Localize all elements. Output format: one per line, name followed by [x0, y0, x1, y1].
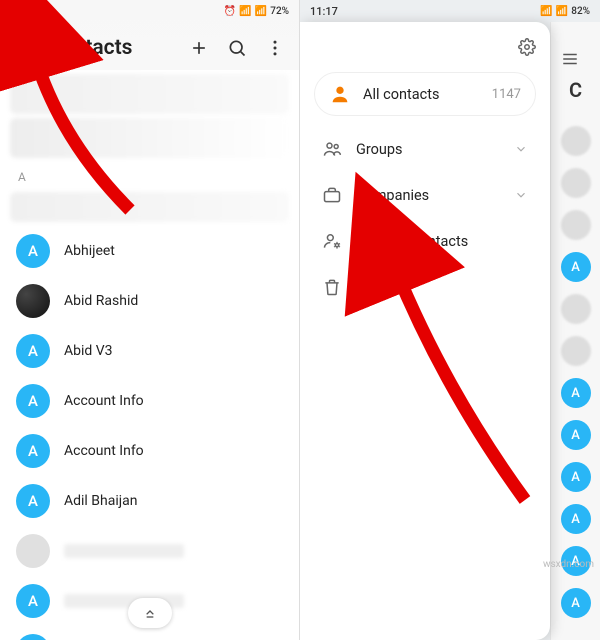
- search-icon[interactable]: [227, 38, 247, 58]
- avatar-photo: [16, 284, 50, 318]
- avatar: [561, 168, 591, 198]
- contact-name: Abid Rashid: [64, 293, 138, 309]
- trash-label: Trash: [356, 279, 392, 296]
- blurred-row: [10, 74, 289, 114]
- hamburger-menu-icon: [561, 50, 579, 68]
- contact-name: Account Info: [64, 443, 144, 459]
- avatar: A: [561, 378, 591, 408]
- contact-row[interactable]: A Account Info: [0, 376, 299, 426]
- avatar: [561, 210, 591, 240]
- more-icon[interactable]: [265, 38, 285, 58]
- contact-row[interactable]: A Account Info: [0, 426, 299, 476]
- avatar: A: [16, 484, 50, 518]
- settings-icon[interactable]: [518, 38, 536, 56]
- contact-row[interactable]: Abid Rashid: [0, 276, 299, 326]
- chevron-up-icon: [142, 605, 158, 621]
- status-indicators: ⏰📶📶 72%: [224, 6, 289, 17]
- avatar: A: [16, 584, 50, 618]
- avatar: A: [561, 252, 591, 282]
- companies-label: Companies: [356, 187, 429, 204]
- screenshot-left: 11:41 ⏰📶📶 72% Contacts A A Abhijeet Abid…: [0, 0, 300, 640]
- contact-row[interactable]: A Abhijeet: [0, 226, 299, 276]
- contact-row[interactable]: A Abid V3: [0, 326, 299, 376]
- all-contacts-label: All contacts: [363, 86, 480, 103]
- scroll-top-button[interactable]: [128, 598, 172, 628]
- hamburger-menu-icon[interactable]: [14, 38, 34, 58]
- trash-icon: [322, 277, 342, 297]
- contact-name: Adil Bhaijan: [64, 493, 137, 509]
- chevron-down-icon: [514, 188, 528, 202]
- contact-list[interactable]: A A Abhijeet Abid Rashid A Abid V3 A Acc…: [0, 70, 299, 640]
- battery-percent: 82%: [571, 6, 590, 17]
- blurred-row: [10, 118, 289, 158]
- avatar: A: [16, 234, 50, 268]
- avatar: A: [561, 420, 591, 450]
- status-time: 11:17: [310, 5, 338, 18]
- all-contacts-button[interactable]: All contacts 1147: [314, 72, 536, 116]
- contact-name: Abhijeet: [64, 243, 115, 259]
- chevron-down-icon: [514, 142, 528, 156]
- person-icon: [329, 83, 351, 105]
- add-contact-icon[interactable]: [189, 38, 209, 58]
- battery-percent: 72%: [270, 6, 289, 17]
- avatar: A: [561, 504, 591, 534]
- avatar: A: [16, 384, 50, 418]
- contact-name: Account Info: [64, 393, 144, 409]
- manage-contacts-menu-item[interactable]: Manage contacts: [300, 218, 550, 264]
- contact-name: Abid V3: [64, 343, 113, 359]
- briefcase-icon: [322, 185, 342, 205]
- page-title: Contacts: [48, 36, 175, 60]
- blurred-row: [10, 192, 289, 222]
- navigation-drawer: All contacts 1147 Groups Companies Manag…: [300, 22, 550, 640]
- contact-name-blurred: [64, 544, 184, 558]
- status-indicators: 📶📶 82%: [540, 6, 590, 17]
- status-bar: 11:17 📶📶 82%: [300, 0, 600, 22]
- avatar: A: [561, 588, 591, 618]
- status-bar: 11:41 ⏰📶📶 72%: [0, 0, 299, 22]
- avatar: A: [561, 462, 591, 492]
- avatar: [561, 294, 591, 324]
- status-time: 11:41: [10, 5, 38, 18]
- contact-row[interactable]: A Ahlam. Masoodi: [0, 626, 299, 640]
- avatar: [561, 126, 591, 156]
- groups-icon: [322, 139, 342, 159]
- contacts-header: Contacts: [0, 22, 299, 70]
- manage-contacts-label: Manage contacts: [356, 233, 468, 250]
- watermark: wsxdn.com: [543, 559, 594, 570]
- page-title-peek: C: [569, 78, 582, 118]
- manage-contacts-icon: [322, 231, 342, 251]
- contacts-peek: C A A A A A A A: [550, 22, 600, 640]
- groups-label: Groups: [356, 141, 403, 158]
- contact-row[interactable]: A Adil Bhaijan: [0, 476, 299, 526]
- contacts-count: 1147: [492, 87, 521, 102]
- section-label: A: [0, 162, 299, 188]
- avatar: [561, 336, 591, 366]
- avatar: A: [16, 334, 50, 368]
- companies-menu-item[interactable]: Companies: [300, 172, 550, 218]
- avatar: [16, 534, 50, 568]
- trash-menu-item[interactable]: Trash: [300, 264, 550, 310]
- groups-menu-item[interactable]: Groups: [300, 126, 550, 172]
- contact-row[interactable]: [0, 526, 299, 576]
- avatar: A: [16, 434, 50, 468]
- avatar: A: [16, 634, 50, 640]
- screenshot-right: 11:17 📶📶 82% C A A A A A A A All contact…: [300, 0, 600, 640]
